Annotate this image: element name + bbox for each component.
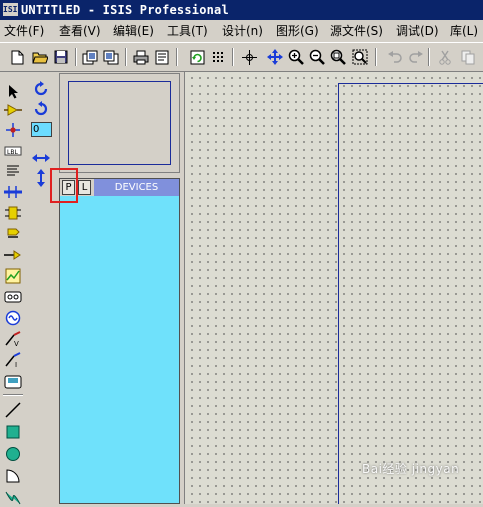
selection-mode-icon[interactable] [3,82,23,100]
svg-text:LBL: LBL [7,149,18,156]
import-icon[interactable] [80,47,100,67]
open-folder-icon[interactable] [30,47,50,67]
origin-icon[interactable] [239,47,259,67]
copy-icon[interactable] [458,47,478,67]
toolbar-separator [176,48,178,66]
save-icon[interactable] [51,47,71,67]
highlight-box [50,168,78,203]
toolbar-separator [75,48,77,66]
print-icon[interactable] [131,47,151,67]
menu-edit[interactable]: 编辑(E) [113,20,154,42]
editing-canvas[interactable] [184,72,483,504]
pan-icon[interactable] [265,47,285,67]
junction-dot-icon[interactable] [3,121,23,139]
object-selector[interactable]: P L DEVICES [59,178,180,504]
bus-icon[interactable] [3,183,23,201]
tool-separator [3,394,23,396]
menu-graph[interactable]: 图形(G) [276,20,319,42]
zoom-in-icon[interactable] [286,47,306,67]
menu-file[interactable]: 文件(F) [4,20,44,42]
baidu-watermark: Bai经验 jingyan [362,462,460,476]
title-bar: ISIS UNTITLED - ISIS Professional [0,0,483,20]
overview-sheet-frame [68,81,171,165]
path-icon[interactable] [3,489,23,507]
menu-source[interactable]: 源文件(S) [330,20,383,42]
sheet-border [338,83,483,504]
export-icon[interactable] [101,47,121,67]
subcircuit-icon[interactable] [3,204,23,222]
component-mode-icon[interactable] [3,101,23,119]
current-probe-icon[interactable]: I [3,351,23,369]
graph-mode-icon[interactable] [3,267,23,285]
new-file-icon[interactable] [7,47,27,67]
menu-design[interactable]: 设计(n) [222,20,263,42]
line-icon[interactable] [3,401,23,419]
toolbar-separator [375,48,377,66]
grid-icon[interactable] [208,47,228,67]
refresh-icon[interactable] [187,47,207,67]
rotate-clockwise-icon[interactable] [32,80,50,98]
terminals-icon[interactable] [3,225,23,243]
menu-tools[interactable]: 工具(T) [167,20,208,42]
print-area-icon[interactable] [152,47,172,67]
menu-debug[interactable]: 调试(D) [396,20,439,42]
flip-horizontal-icon[interactable] [32,149,50,167]
overview-window[interactable] [59,73,180,173]
rotation-angle-field[interactable]: 0 [31,122,52,137]
text-script-icon[interactable] [3,162,23,180]
cut-icon[interactable] [435,47,455,67]
undo-icon[interactable] [385,47,405,67]
toolbar-separator [232,48,234,66]
window-title: UNTITLED - ISIS Professional [21,3,229,17]
virtual-instruments-icon[interactable] [3,372,23,390]
flip-vertical-icon[interactable] [32,169,50,187]
isis-app-icon: ISIS [3,3,23,16]
rotate-anticlockwise-icon[interactable] [32,100,50,118]
circle-icon[interactable] [3,445,23,463]
toolbar-separator [125,48,127,66]
main-toolbar [0,42,483,72]
voltage-probe-icon[interactable]: V [3,330,23,348]
generator-icon[interactable] [3,309,23,327]
zoom-out-icon[interactable] [307,47,327,67]
arc-icon[interactable] [3,467,23,485]
redo-icon[interactable] [406,47,426,67]
svg-text:I: I [15,361,17,368]
devices-label: DEVICES [94,179,179,196]
menu-library[interactable]: 库(L) [450,20,478,42]
svg-text:V: V [14,340,19,347]
menu-bar: 文件(F) 查看(V) 编辑(E) 工具(T) 设计(n) 图形(G) 源文件(… [0,20,483,42]
zoom-all-icon[interactable] [328,47,348,67]
zoom-area-icon[interactable] [350,47,370,67]
wire-label-icon[interactable]: LBL [3,142,23,160]
mode-toolbar: LBL V I [0,72,28,507]
box-icon[interactable] [3,423,23,441]
device-pins-icon[interactable] [3,246,23,264]
tape-recorder-icon[interactable] [3,288,23,306]
orientation-toolbar: 0 [28,72,56,504]
library-manager-button[interactable]: L [78,180,91,195]
toolbar-separator [428,48,430,66]
menu-view[interactable]: 查看(V) [59,20,101,42]
